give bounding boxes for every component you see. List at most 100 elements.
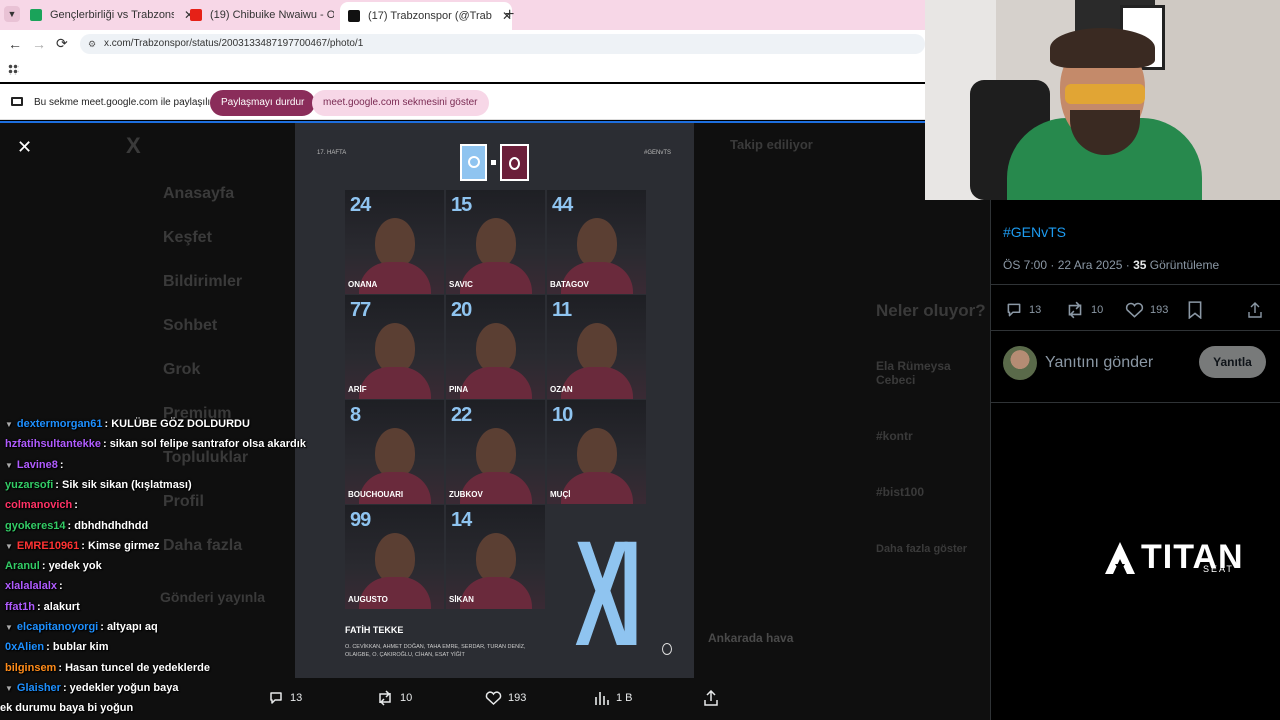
- player-number: 8: [350, 404, 361, 426]
- reply-action[interactable]: 13: [268, 690, 302, 706]
- chat-username[interactable]: Glaisher: [17, 682, 61, 694]
- like-action[interactable]: 193: [485, 690, 526, 706]
- reply-input[interactable]: Yanıtını gönder: [1045, 354, 1185, 372]
- avatar: [1003, 346, 1037, 380]
- tab-label: Gençlerbirliği vs Trabzonspor - F: [50, 9, 174, 21]
- chat-text: : yedekler yoğun baya: [62, 682, 179, 694]
- bookmark-icon[interactable]: [1187, 301, 1203, 324]
- chat-username[interactable]: dextermorgan61: [17, 418, 103, 430]
- chat-username[interactable]: bilginsem: [5, 662, 56, 674]
- panel-like-count: 193: [1150, 304, 1169, 316]
- player-kit: [561, 367, 633, 399]
- url-text: x.com/Trabzonspor/status/200313348719770…: [104, 38, 364, 49]
- repost-action[interactable]: 10: [376, 690, 412, 706]
- reply-count: 13: [290, 692, 303, 704]
- tab-genclerbirligi[interactable]: Gençlerbirliği vs Trabzonspor - F ✕: [30, 4, 194, 26]
- player-kit: [460, 577, 532, 609]
- player-photo: [375, 218, 415, 268]
- share-icon[interactable]: [1247, 301, 1263, 324]
- apps-icon[interactable]: [8, 64, 19, 75]
- chat-message: ▼ elcapitanoyorgi: altyapı aq: [5, 621, 158, 633]
- chat-badge-icon: ▼: [5, 684, 13, 693]
- address-bar[interactable]: ⚙ x.com/Trabzonspor/status/2003133487197…: [80, 34, 925, 54]
- player-number: 22: [451, 404, 472, 426]
- player-card: 44 BATAGOV: [547, 190, 646, 294]
- player-number: 20: [451, 299, 472, 321]
- chat-message: colmanovich:: [5, 499, 78, 511]
- forward-icon[interactable]: →: [32, 36, 46, 52]
- player-kit: [561, 262, 633, 294]
- repost-icon: [1068, 301, 1082, 319]
- tab-strip: ▼ Gençlerbirliği vs Trabzonspor - F ✕ (1…: [0, 0, 925, 30]
- player-number: 24: [350, 194, 371, 216]
- player-card: 10 MUÇİ: [547, 400, 646, 504]
- chat-text: : dbhdhdhdhdd: [67, 520, 149, 532]
- player-card: 15 SAVIC: [446, 190, 545, 294]
- chat-username[interactable]: yuzarsofi: [5, 479, 53, 491]
- tab-youtube[interactable]: (19) Chibuike Nwaiwu - Overpo ✕: [190, 4, 354, 26]
- tab-list-button[interactable]: ▼: [4, 6, 20, 22]
- player-photo: [577, 323, 617, 373]
- chat-username[interactable]: EMRE10961: [17, 540, 79, 552]
- chat-message: hzfatihsultantekke: sikan sol felipe san…: [5, 438, 306, 450]
- chat-message: Aranul: yedek yok: [5, 560, 102, 572]
- chat-text: : Hasan tuncel de yedeklerde: [58, 662, 210, 674]
- repost-icon: [379, 690, 391, 706]
- panel-like-action[interactable]: 193: [1125, 301, 1168, 319]
- chat-username[interactable]: Aranul: [5, 560, 40, 572]
- nav-communities: Topluluklar: [163, 449, 249, 466]
- chat-message: ▼ Glaisher: yedekler yoğun baya: [5, 682, 179, 694]
- nav-home: Anasayfa: [163, 185, 235, 202]
- tweet-hashtag[interactable]: #GENvTS: [1003, 224, 1066, 240]
- tweet-meta: ÖS 7:00 · 22 Ara 2025 · 35 Görüntüleme: [1003, 258, 1219, 272]
- panel-repost-count: 10: [1091, 304, 1104, 316]
- chat-username[interactable]: elcapitanoyorgi: [17, 621, 98, 633]
- close-media-button[interactable]: ✕: [17, 137, 32, 158]
- chat-message: bilginsem: Hasan tuncel de yedeklerde: [5, 662, 210, 674]
- reload-icon[interactable]: ⟳: [56, 35, 68, 52]
- tweet-photo[interactable]: 17. HAFTA #GENvTS 24 ONANA 15 SAVIC 44 BATAGO…: [295, 123, 694, 678]
- chat-username[interactable]: xlalalalalx: [5, 580, 57, 592]
- chat-username[interactable]: ffat1h: [5, 601, 35, 613]
- player-kit: [460, 367, 532, 399]
- tab-label: (17) Trabzonspor (@Trabzon: [368, 10, 492, 22]
- tab-label: (19) Chibuike Nwaiwu - Overpo: [210, 9, 334, 21]
- analytics-icon: [595, 692, 609, 705]
- site-info-icon[interactable]: ⚙: [88, 34, 96, 54]
- new-tab-button[interactable]: +: [505, 6, 514, 24]
- tab-trabzonspor[interactable]: (17) Trabzonspor (@Trabzon ✕: [340, 2, 513, 30]
- chat-message: ffat1h: alakurt: [5, 601, 80, 613]
- genclerbirligi-crest-icon: [460, 144, 487, 181]
- chat-username[interactable]: gyokeres14: [5, 520, 66, 532]
- screen-share-icon: [11, 97, 23, 106]
- view-count: 1 B: [616, 692, 633, 704]
- reply-button[interactable]: Yanıtla: [1199, 346, 1266, 378]
- chat-badge-icon: ▼: [5, 623, 13, 632]
- chat-text: : Sik sik sikan (kışlatması): [55, 479, 192, 491]
- sheet-icon: [30, 9, 42, 21]
- panel-repost-action[interactable]: 10: [1065, 301, 1103, 319]
- week-label: 17. HAFTA: [317, 150, 347, 156]
- panel-reply-action[interactable]: 13: [1005, 301, 1041, 319]
- player-kit: [359, 472, 431, 504]
- chat-text: :: [59, 459, 64, 471]
- chat-username[interactable]: Lavine8: [17, 459, 58, 471]
- photo-hashtag: #GENvTS: [644, 150, 672, 156]
- nav-messages: Sohbet: [163, 317, 218, 334]
- views-action[interactable]: 1 B: [594, 690, 633, 706]
- player-name: ZUBKOV: [449, 490, 483, 499]
- chat-message: gyokeres14: dbhdhdhdhdd: [5, 520, 148, 532]
- player-kit: [561, 472, 633, 504]
- substitutes-list: O. CEVİKKAN, AHMET DOĞAN, TAHA EMRE, SER…: [345, 644, 526, 658]
- chat-username[interactable]: 0xAlien: [5, 641, 44, 653]
- trend-3: #bist100: [876, 485, 925, 499]
- stop-sharing-button[interactable]: Paylaşmayı durdur: [210, 90, 316, 116]
- chat-username[interactable]: colmanovich: [5, 499, 72, 511]
- show-meet-tab-button[interactable]: meet.google.com sekmesini göster: [312, 90, 489, 116]
- back-icon[interactable]: ←: [8, 36, 22, 52]
- chat-badge-icon: ▼: [5, 420, 13, 429]
- chat-badge-icon: ▼: [5, 542, 13, 551]
- trabzonspor-crest-icon: [500, 144, 529, 181]
- chat-username[interactable]: hzfatihsultantekke: [5, 438, 101, 450]
- share-action[interactable]: [703, 690, 725, 706]
